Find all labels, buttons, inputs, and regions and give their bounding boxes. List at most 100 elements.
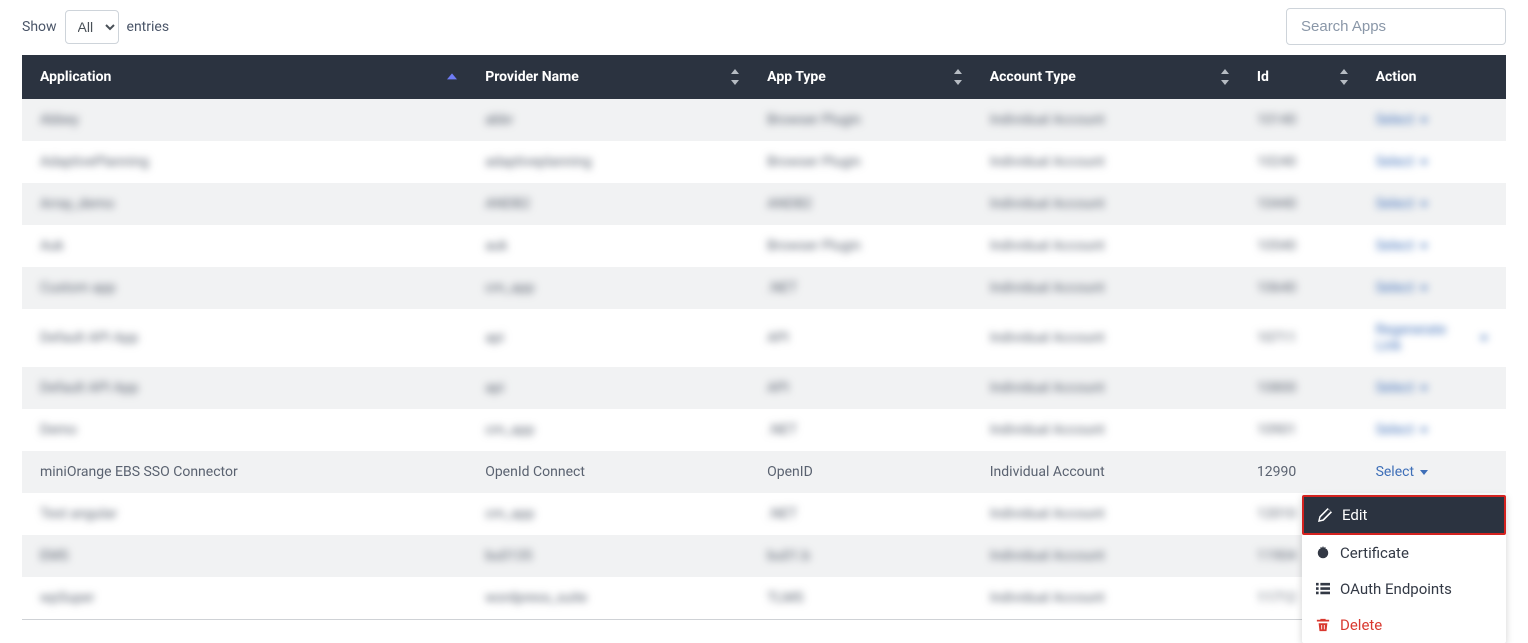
action-select-link[interactable]: Select: [1376, 112, 1428, 128]
cell-application: miniOrange EBS SSO Connector: [22, 451, 467, 493]
cell-application: EMS: [22, 535, 467, 577]
action-select-link[interactable]: Select: [1376, 380, 1428, 396]
cell-application-value: Default API App: [40, 330, 138, 346]
cell-provider-value: adaptiveplanning: [485, 154, 591, 170]
cell-provider: api: [467, 309, 749, 367]
dropdown-label: Edit: [1342, 506, 1367, 524]
cell-app-type: .NET: [749, 493, 972, 535]
table-body: AbbeyabbrBrowser PluginIndividual Accoun…: [22, 99, 1506, 620]
cell-app-type-value: ANDB2: [767, 196, 812, 212]
action-label: Select: [1376, 422, 1414, 438]
action-label: Select: [1376, 380, 1414, 396]
search-input[interactable]: [1286, 8, 1506, 45]
cell-provider: cm_app: [467, 267, 749, 309]
cell-provider: wordpress_suite: [467, 577, 749, 620]
apps-table-wrap: Application Provider Name App Type Accou…: [22, 55, 1506, 620]
dropdown-item-certificate[interactable]: Certificate: [1302, 535, 1506, 571]
table-row: Default API AppapiAPIIndividual Account1…: [22, 309, 1506, 367]
sort-icon: [1221, 69, 1229, 85]
cell-account-type-value: Individual Account: [990, 506, 1105, 522]
cell-id-value: 10640: [1257, 280, 1296, 296]
action-select-link[interactable]: Select: [1376, 422, 1428, 438]
cell-account-type-value: Individual Account: [990, 422, 1105, 438]
cell-provider: abbr: [467, 99, 749, 141]
cell-application-value: Test angular: [40, 506, 117, 522]
cell-action: Regenerate Link: [1358, 309, 1506, 367]
table-row: AbbeyabbrBrowser PluginIndividual Accoun…: [22, 99, 1506, 141]
cell-id-value: 11712: [1257, 590, 1296, 606]
cell-application: AdaptivePlanning: [22, 141, 467, 183]
table-row: Array_demoANDB2ANDB2Individual Account10…: [22, 183, 1506, 225]
action-select-link[interactable]: Select: [1376, 464, 1428, 480]
cell-id-value: 10240: [1257, 154, 1296, 170]
action-select-link[interactable]: Select: [1376, 280, 1428, 296]
cell-application-value: Custom app: [40, 280, 116, 296]
cell-app-type-value: TLMS: [767, 590, 803, 606]
cell-application: Default API App: [22, 309, 467, 367]
cell-app-type-value: .NET: [767, 506, 797, 522]
cell-action: Select: [1358, 409, 1506, 451]
table-row: AukaukBrowser PluginIndividual Account10…: [22, 225, 1506, 267]
cell-provider-value: cm_app: [485, 422, 534, 438]
cell-application-value: AdaptivePlanning: [40, 154, 149, 170]
dropdown-item-edit[interactable]: Edit: [1302, 495, 1506, 535]
cell-account-type-value: Individual Account: [990, 238, 1105, 254]
length-select[interactable]: All: [65, 10, 119, 44]
entries-label: entries: [127, 19, 170, 35]
cell-id-value: 10800: [1257, 380, 1296, 396]
cell-app-type-value: Browser Plugin: [767, 112, 861, 128]
cell-id: 10240: [1239, 141, 1358, 183]
cell-account-type: Individual Account: [972, 409, 1239, 451]
action-select-link[interactable]: Select: [1376, 154, 1428, 170]
dropdown-item-oauth-endpoints[interactable]: OAuth Endpoints: [1302, 571, 1506, 607]
cell-account-type-value: Individual Account: [990, 548, 1105, 564]
cell-action: Select: [1358, 141, 1506, 183]
table-row: wpSuperwordpress_suiteTLMSIndividual Acc…: [22, 577, 1506, 620]
chevron-down-icon: [1420, 118, 1428, 123]
cell-application-value: Demo: [40, 422, 77, 438]
cell-provider: bu0135: [467, 535, 749, 577]
cell-id: 10800: [1239, 367, 1358, 409]
table-header-row: Application Provider Name App Type Accou…: [22, 55, 1506, 99]
cell-action: Select: [1358, 225, 1506, 267]
chevron-down-icon: [1420, 160, 1428, 165]
action-label: Select: [1376, 280, 1414, 296]
cell-account-type: Individual Account: [972, 183, 1239, 225]
cell-application-value: wpSuper: [40, 590, 94, 606]
length-control: Show All entries: [22, 10, 169, 44]
cell-app-type: Browser Plugin: [749, 141, 972, 183]
cell-provider: cm_app: [467, 493, 749, 535]
col-header-app-type[interactable]: App Type: [749, 55, 972, 99]
cell-app-type: OpenID: [749, 451, 972, 493]
action-label: Select: [1376, 464, 1414, 480]
action-label: Select: [1376, 196, 1414, 212]
cell-provider-value: ANDB2: [485, 196, 530, 212]
action-select-link[interactable]: Regenerate Link: [1376, 322, 1488, 354]
cell-account-type-value: Individual Account: [990, 196, 1105, 212]
sort-icon: [731, 69, 739, 85]
show-label: Show: [22, 19, 57, 35]
col-header-account-type[interactable]: Account Type: [972, 55, 1239, 99]
cell-id: 10640: [1239, 267, 1358, 309]
certificate-icon: [1316, 546, 1330, 560]
chevron-down-icon: [1420, 428, 1428, 433]
cell-action: Select: [1358, 99, 1506, 141]
cell-account-type-value: Individual Account: [990, 330, 1105, 346]
cell-account-type-value: Individual Account: [990, 112, 1105, 128]
action-select-link[interactable]: Select: [1376, 196, 1428, 212]
cell-account-type: Individual Account: [972, 141, 1239, 183]
cell-provider: api: [467, 367, 749, 409]
cell-account-type-value: Individual Account: [990, 464, 1105, 480]
dropdown-item-delete[interactable]: Delete: [1302, 607, 1506, 643]
dropdown-label: Certificate: [1340, 544, 1409, 562]
cell-app-type: Browser Plugin: [749, 99, 972, 141]
col-header-application[interactable]: Application: [22, 55, 467, 99]
col-header-provider[interactable]: Provider Name: [467, 55, 749, 99]
cell-app-type: API: [749, 367, 972, 409]
action-select-link[interactable]: Select: [1376, 238, 1428, 254]
cell-application-value: Array_demo: [40, 196, 114, 212]
col-header-id[interactable]: Id: [1239, 55, 1358, 99]
cell-account-type: Individual Account: [972, 99, 1239, 141]
cell-application-value: Auk: [40, 238, 64, 254]
cell-app-type: .NET: [749, 409, 972, 451]
